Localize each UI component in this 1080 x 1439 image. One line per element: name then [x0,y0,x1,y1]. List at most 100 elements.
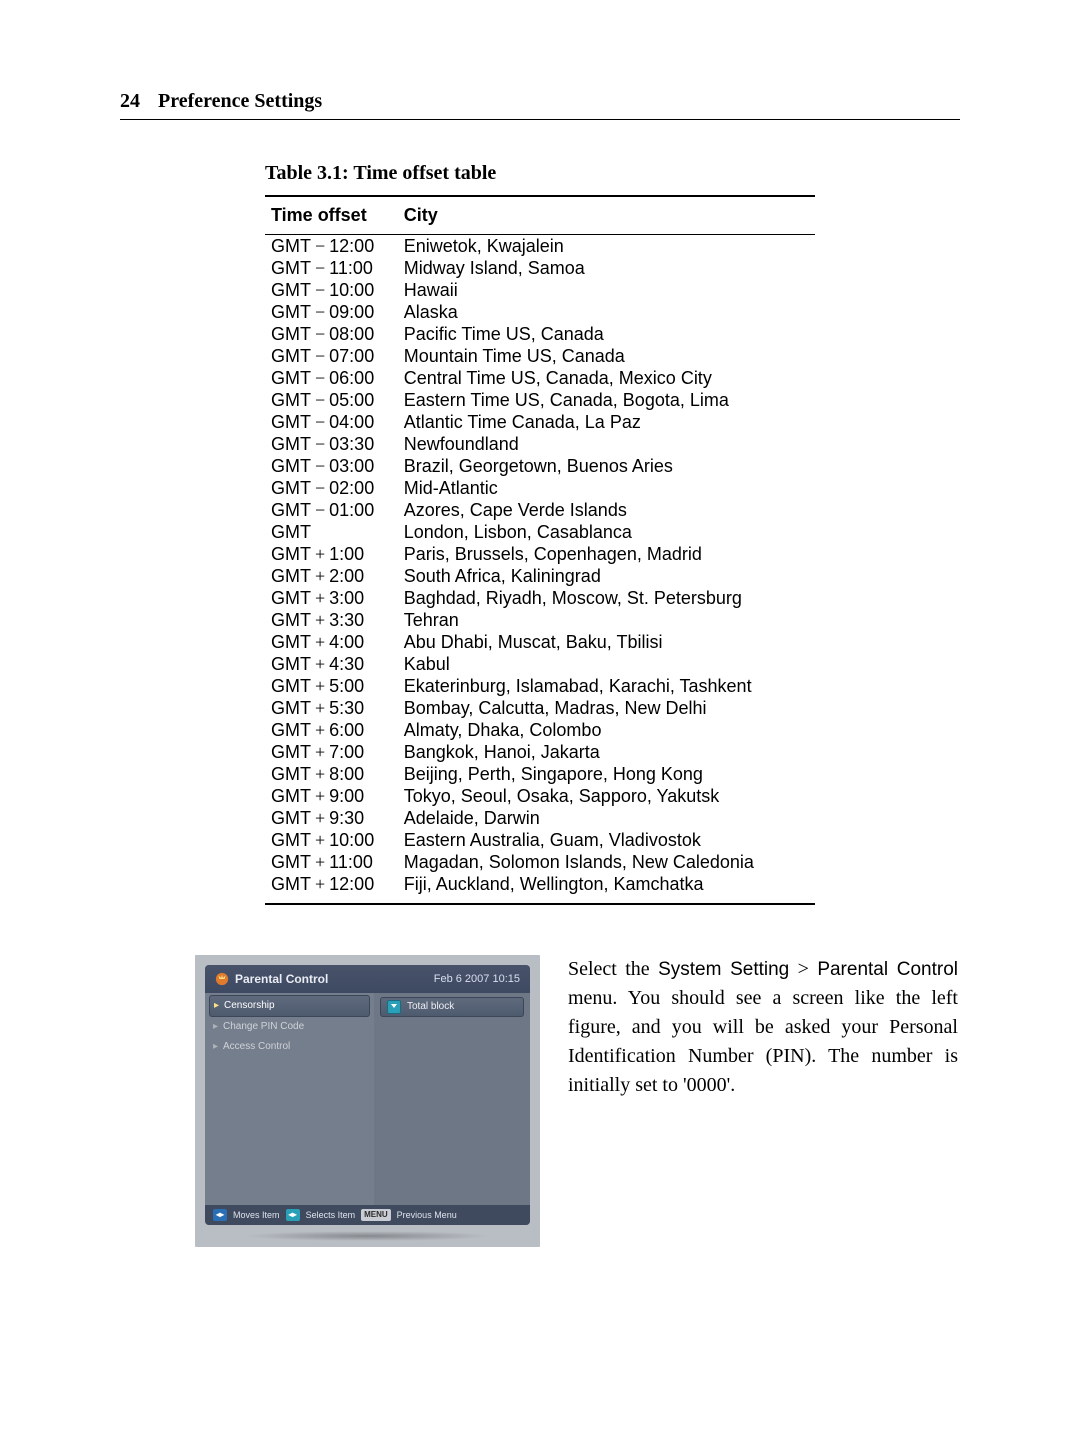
chevron-right-icon: ▸ [214,1000,224,1011]
stb-value-row[interactable]: Total block [380,997,524,1017]
stb-titlebar: Parental Control Feb 6 2007 10:15 [205,965,530,993]
city-cell: Adelaide, Darwin [398,807,815,829]
table-row: GMT+9:00Tokyo, Seoul, Osaka, Sapporo, Ya… [265,785,815,807]
table-row: GMT+5:30Bombay, Calcutta, Madras, New De… [265,697,815,719]
city-cell: Brazil, Georgetown, Buenos Aries [398,455,815,477]
offset-cell: GMT+3:00 [265,587,398,609]
time-offset-table-block: Table 3.1: Time offset table Time offset… [265,162,815,905]
city-cell: Pacific Time US, Canada [398,323,815,345]
city-cell: Paris, Brussels, Copenhagen, Madrid [398,543,815,565]
table-row: GMTLondon, Lisbon, Casablanca [265,521,815,543]
prose-text: Select the [568,958,658,980]
city-cell: Abu Dhabi, Muscat, Baku, Tbilisi [398,631,815,653]
ui-term-parental-control: Parental Control [817,959,958,980]
table-row: GMT+4:30Kabul [265,653,815,675]
offset-cell: GMT−01:00 [265,499,398,521]
table-row: GMT+9:30Adelaide, Darwin [265,807,815,829]
offset-cell: GMT−11:00 [265,257,398,279]
table-row: GMT+11:00Magadan, Solomon Islands, New C… [265,851,815,873]
offset-cell: GMT−12:00 [265,235,398,258]
stb-menu-item-label: Change PIN Code [223,1021,304,1032]
table-row: GMT−02:00Mid-Atlantic [265,477,815,499]
stb-menu-item[interactable]: ▸Access Control [205,1037,374,1057]
offset-cell: GMT−02:00 [265,477,398,499]
offset-cell: GMT+5:00 [265,675,398,697]
table-row: GMT−04:00Atlantic Time Canada, La Paz [265,411,815,433]
stb-value-label: Total block [407,1001,454,1012]
city-cell: Eastern Time US, Canada, Bogota, Lima [398,389,815,411]
cycle-icon [387,1000,401,1014]
table-row: GMT+3:00Baghdad, Riyadh, Moscow, St. Pet… [265,587,815,609]
leftright-icon: ◂▸ [286,1209,300,1221]
offset-cell: GMT−06:00 [265,367,398,389]
city-cell: London, Lisbon, Casablanca [398,521,815,543]
city-cell: Magadan, Solomon Islands, New Caledonia [398,851,815,873]
city-cell: Central Time US, Canada, Mexico City [398,367,815,389]
city-cell: Midway Island, Samoa [398,257,815,279]
city-cell: Bangkok, Hanoi, Jakarta [398,741,815,763]
offset-cell: GMT−05:00 [265,389,398,411]
offset-cell: GMT−08:00 [265,323,398,345]
stb-value-panel: Total block [374,993,530,1205]
table-row: GMT−12:00Eniwetok, Kwajalein [265,235,815,258]
city-cell: Baghdad, Riyadh, Moscow, St. Petersburg [398,587,815,609]
offset-cell: GMT−03:30 [265,433,398,455]
offset-cell: GMT−09:00 [265,301,398,323]
offset-cell: GMT [265,521,398,543]
city-cell: South Africa, Kaliningrad [398,565,815,587]
column-header-city: City [398,196,815,235]
table-row: GMT−06:00Central Time US, Canada, Mexico… [265,367,815,389]
parental-control-icon [215,972,229,986]
stb-datetime: Feb 6 2007 10:15 [434,973,520,985]
offset-cell: GMT−07:00 [265,345,398,367]
table-row: GMT−05:00Eastern Time US, Canada, Bogota… [265,389,815,411]
page-header: 24 Preference Settings [120,90,960,120]
offset-cell: GMT−10:00 [265,279,398,301]
table-row: GMT+4:00Abu Dhabi, Muscat, Baku, Tbilisi [265,631,815,653]
footer-prev: Previous Menu [397,1210,457,1220]
city-cell: Eniwetok, Kwajalein [398,235,815,258]
table-row: GMT+5:00Ekaterinburg, Islamabad, Karachi… [265,675,815,697]
city-cell: Ekaterinburg, Islamabad, Karachi, Tashke… [398,675,815,697]
offset-cell: GMT+11:00 [265,851,398,873]
stb-menu-item-label: Censorship [224,1000,275,1011]
city-cell: Fiji, Auckland, Wellington, Kamchatka [398,873,815,904]
stb-menu-panel: ▸Censorship▸Change PIN Code▸Access Contr… [205,993,374,1205]
chevron-right-icon: ▸ [213,1041,223,1052]
city-cell: Alaska [398,301,815,323]
prose-text: menu. You should see a screen like the l… [568,987,958,1096]
city-cell: Hawaii [398,279,815,301]
table-row: GMT+10:00Eastern Australia, Guam, Vladiv… [265,829,815,851]
stb-menu-item-label: Access Control [223,1041,290,1052]
footer-moves: Moves Item [233,1210,280,1220]
offset-cell: GMT+12:00 [265,873,398,904]
offset-cell: GMT+7:00 [265,741,398,763]
offset-cell: GMT+4:30 [265,653,398,675]
table-row: GMT−07:00Mountain Time US, Canada [265,345,815,367]
table-row: GMT−01:00Azores, Cape Verde Islands [265,499,815,521]
table-caption: Table 3.1: Time offset table [265,162,815,185]
stb-menu-item[interactable]: ▸Censorship [209,995,370,1017]
table-row: GMT−03:00Brazil, Georgetown, Buenos Arie… [265,455,815,477]
offset-cell: GMT+5:30 [265,697,398,719]
table-row: GMT+12:00Fiji, Auckland, Wellington, Kam… [265,873,815,904]
instruction-paragraph: Select the System Setting > Parental Con… [568,955,960,1100]
table-row: GMT+7:00Bangkok, Hanoi, Jakarta [265,741,815,763]
table-row: GMT+3:30Tehran [265,609,815,631]
stb-menu-item[interactable]: ▸Change PIN Code [205,1017,374,1037]
city-cell: Newfoundland [398,433,815,455]
table-row: GMT+1:00Paris, Brussels, Copenhagen, Mad… [265,543,815,565]
offset-cell: GMT−04:00 [265,411,398,433]
column-header-offset: Time offset [265,196,398,235]
time-offset-table: Time offset City GMT−12:00Eniwetok, Kwaj… [265,195,815,905]
page-number: 24 [120,90,140,113]
city-cell: Almaty, Dhaka, Colombo [398,719,815,741]
offset-cell: GMT+3:30 [265,609,398,631]
menu-button-icon: MENU [361,1209,391,1221]
city-cell: Tokyo, Seoul, Osaka, Sapporo, Yakutsk [398,785,815,807]
footer-selects: Selects Item [306,1210,356,1220]
offset-cell: GMT+1:00 [265,543,398,565]
offset-cell: GMT−03:00 [265,455,398,477]
table-row: GMT−10:00Hawaii [265,279,815,301]
table-row: GMT−03:30Newfoundland [265,433,815,455]
